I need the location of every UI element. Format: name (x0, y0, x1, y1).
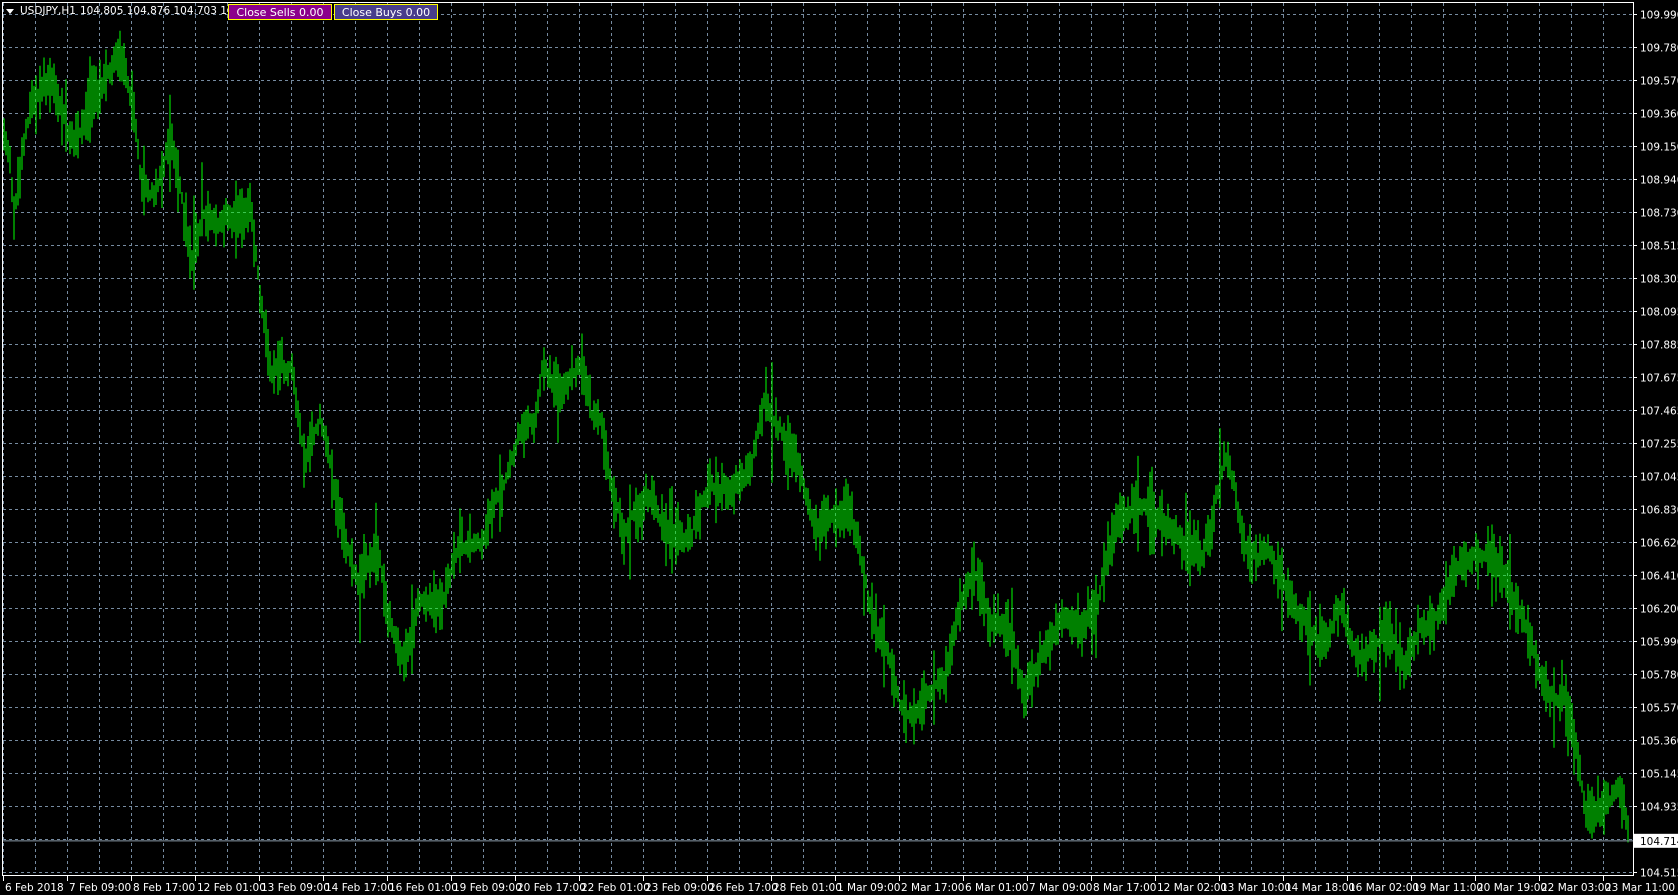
time-tick-label: 28 Feb 01:00 (773, 882, 842, 894)
price-chart[interactable]: 109.990 109.780 109.570 109.360 109.150 108.9… (0, 0, 1678, 895)
time-tick-label: 19 Feb 09:00 (453, 882, 522, 894)
time-tick-label: 8 Feb 17:00 (133, 882, 195, 894)
price-tick-label: 106.830 (1640, 505, 1678, 517)
close-sells-button[interactable]: Close Sells 0.00 (228, 4, 332, 20)
price-tick-label: 106.200 (1640, 604, 1678, 616)
price-axis[interactable]: 109.990 109.780 109.570 109.360 109.150 108.9… (1633, 10, 1678, 880)
time-tick-label: 2 Mar 17:00 (901, 882, 964, 894)
time-tick-label: 12 Feb 01:00 (197, 882, 266, 894)
symbol-timeframe: USDJPY,H1 (20, 5, 76, 17)
price-tick-label: 105.780 (1640, 670, 1678, 682)
price-tick-label: 105.570 (1640, 703, 1678, 715)
price-tick-label: 108.940 (1640, 175, 1678, 187)
price-tick-label: 108.515 (1640, 241, 1678, 253)
price-tick-label: 105.990 (1640, 637, 1678, 649)
price-tick-label: 105.145 (1640, 769, 1678, 781)
price-tick-label: 104.515 (1640, 868, 1678, 880)
price-tick-label: 106.620 (1640, 538, 1678, 550)
price-tick-label: 108.730 (1640, 208, 1678, 220)
plot-frame (2, 2, 1634, 876)
time-tick-label: 16 Mar 02:00 (1349, 882, 1419, 894)
close-buys-button[interactable]: Close Buys 0.00 (334, 4, 438, 20)
time-tick-label: 20 Mar 19:00 (1477, 882, 1547, 894)
current-price-label: 104.714 (1634, 833, 1678, 848)
price-tick-label: 107.675 (1640, 373, 1678, 385)
price-tick-label: 104.935 (1640, 802, 1678, 814)
time-tick-label: 1 Mar 09:00 (837, 882, 900, 894)
time-tick-label: 12 Mar 02:00 (1157, 882, 1227, 894)
time-tick-label: 23 Feb 09:00 (645, 882, 714, 894)
price-tick-label: 109.990 (1640, 10, 1678, 22)
price-tick-label: 109.780 (1640, 43, 1678, 55)
price-tick-label: 107.465 (1640, 406, 1678, 418)
time-tick-label: 6 Feb 2018 (5, 882, 64, 894)
time-tick-label: 23 Mar 11:00 (1605, 882, 1675, 894)
price-tick-label: 109.570 (1640, 76, 1678, 88)
time-axis[interactable]: 6 Feb 2018 7 Feb 09:00 8 Feb 17:00 12 Feb 0… (3, 876, 1676, 894)
price-tick-label: 108.095 (1640, 307, 1678, 319)
price-tick-label: 105.360 (1640, 736, 1678, 748)
current-price-value: 104.714 (1640, 836, 1678, 848)
chart-grid (3, 3, 1633, 873)
time-tick-label: 8 Mar 17:00 (1093, 882, 1156, 894)
time-tick-label: 13 Mar 10:00 (1221, 882, 1291, 894)
price-tick-label: 107.045 (1640, 472, 1678, 484)
time-tick-label: 13 Feb 09:00 (261, 882, 330, 894)
time-tick-label: 16 Feb 01:00 (389, 882, 458, 894)
time-tick-label: 22 Mar 03:00 (1541, 882, 1611, 894)
price-tick-label: 107.885 (1640, 340, 1678, 352)
time-tick-label: 19 Mar 11:00 (1413, 882, 1483, 894)
time-tick-label: 26 Feb 17:00 (709, 882, 778, 894)
price-tick-label: 106.410 (1640, 571, 1678, 583)
time-tick-label: 14 Feb 17:00 (325, 882, 394, 894)
time-tick-label: 20 Feb 17:00 (517, 882, 586, 894)
dropdown-triangle-icon[interactable] (6, 8, 14, 14)
price-tick-label: 109.150 (1640, 142, 1678, 154)
time-tick-label: 6 Mar 01:00 (965, 882, 1028, 894)
time-tick-label: 22 Feb 01:00 (581, 882, 650, 894)
time-tick-label: 7 Mar 09:00 (1029, 882, 1092, 894)
price-tick-label: 107.255 (1640, 439, 1678, 451)
ohlc-bars (3, 30, 1629, 843)
price-tick-label: 108.305 (1640, 274, 1678, 286)
price-tick-label: 109.360 (1640, 109, 1678, 121)
time-tick-label: 14 Mar 18:00 (1285, 882, 1355, 894)
chart-header: USDJPY,H1 104.805 104.876 104.703 104.71… (6, 5, 264, 17)
time-tick-label: 7 Feb 09:00 (69, 882, 131, 894)
